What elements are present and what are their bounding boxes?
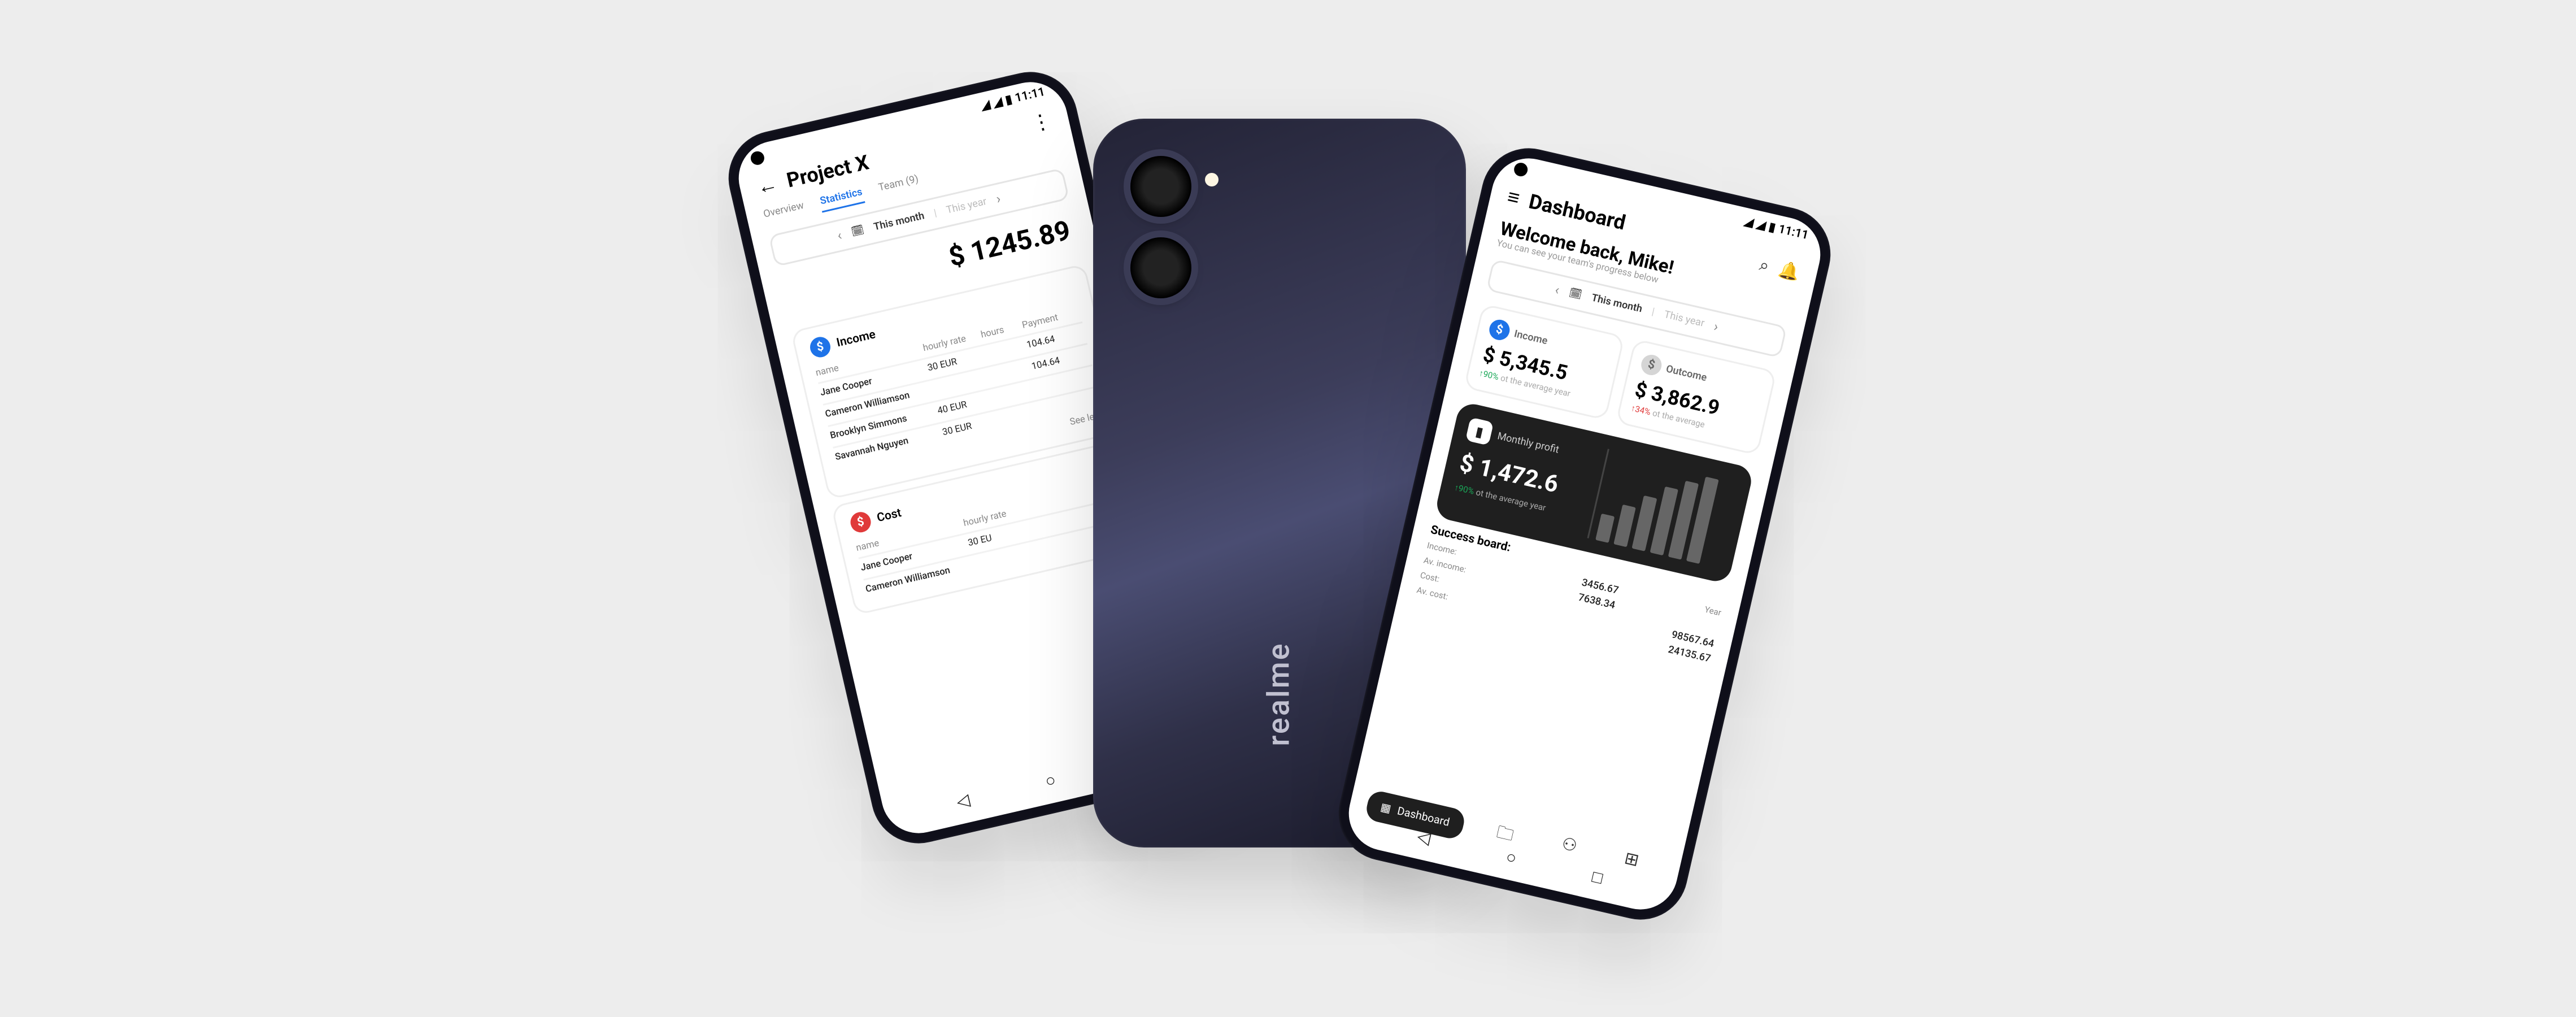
income-card[interactable]: $Income $ 5,345.5 ↑90% ot the average ye… (1464, 303, 1625, 420)
monthly-bar-chart (1586, 449, 1738, 568)
calendar-icon: 🗓 (850, 224, 865, 239)
chevron-right-icon[interactable]: › (1712, 319, 1720, 334)
chevron-left-icon[interactable]: ‹ (1554, 282, 1561, 298)
range-this-year[interactable]: This year (1663, 309, 1706, 330)
status-time: 11:11 (1013, 85, 1046, 105)
nav-back-icon[interactable]: ◁ (955, 792, 972, 812)
cost-icon: $ (848, 510, 873, 534)
range-this-month[interactable]: This month (1590, 292, 1643, 315)
nav-home-icon[interactable]: ○ (1504, 849, 1518, 869)
battery-icon: ▮ (1004, 93, 1013, 107)
chart-bar (1613, 504, 1635, 547)
chevron-left-icon[interactable]: ‹ (836, 228, 843, 244)
nav-recent-icon[interactable]: □ (1590, 868, 1604, 889)
signal-icon: ◢ (1743, 215, 1755, 230)
camera-flash (1205, 173, 1219, 186)
tab-statistics[interactable]: Statistics (819, 186, 865, 212)
battery-icon: ▮ (1768, 220, 1777, 235)
camera-punch-hole (749, 150, 765, 166)
menu-icon[interactable]: ≡ (1505, 185, 1522, 211)
tab-overview[interactable]: Overview (762, 200, 806, 226)
signal-icon: ◢ (980, 98, 991, 113)
calendar-icon: 🗓 (1568, 287, 1583, 302)
chart-bar (1595, 513, 1614, 543)
camera-punch-hole (1513, 162, 1529, 178)
tab-team[interactable]: Team (9) (877, 173, 921, 199)
chevron-right-icon[interactable]: › (995, 191, 1002, 207)
camera-lens (1130, 156, 1191, 217)
income-label: Income (836, 328, 877, 350)
status-time: 11:11 (1777, 223, 1810, 242)
brand-logo: realme (1262, 642, 1298, 746)
income-icon: $ (1487, 318, 1512, 342)
income-icon: $ (808, 335, 832, 359)
back-icon[interactable]: ← (755, 172, 780, 199)
more-icon[interactable]: ⋮ (1029, 108, 1054, 136)
signal-icon: ◢ (992, 95, 1004, 110)
nav-home-icon[interactable]: ○ (1043, 772, 1058, 792)
camera-lens (1130, 237, 1191, 298)
nav-back-icon[interactable]: ◁ (1415, 828, 1432, 849)
chart-icon: ▮ (1465, 417, 1494, 445)
outcome-card[interactable]: $Outcome $ 3,862.9 ↑34% ot the average (1616, 338, 1777, 455)
cost-label: Cost (876, 506, 903, 525)
range-this-year[interactable]: This year (945, 196, 988, 217)
outcome-icon: $ (1639, 353, 1664, 377)
signal-icon: ◢ (1755, 218, 1767, 233)
range-this-month[interactable]: This month (873, 210, 926, 233)
